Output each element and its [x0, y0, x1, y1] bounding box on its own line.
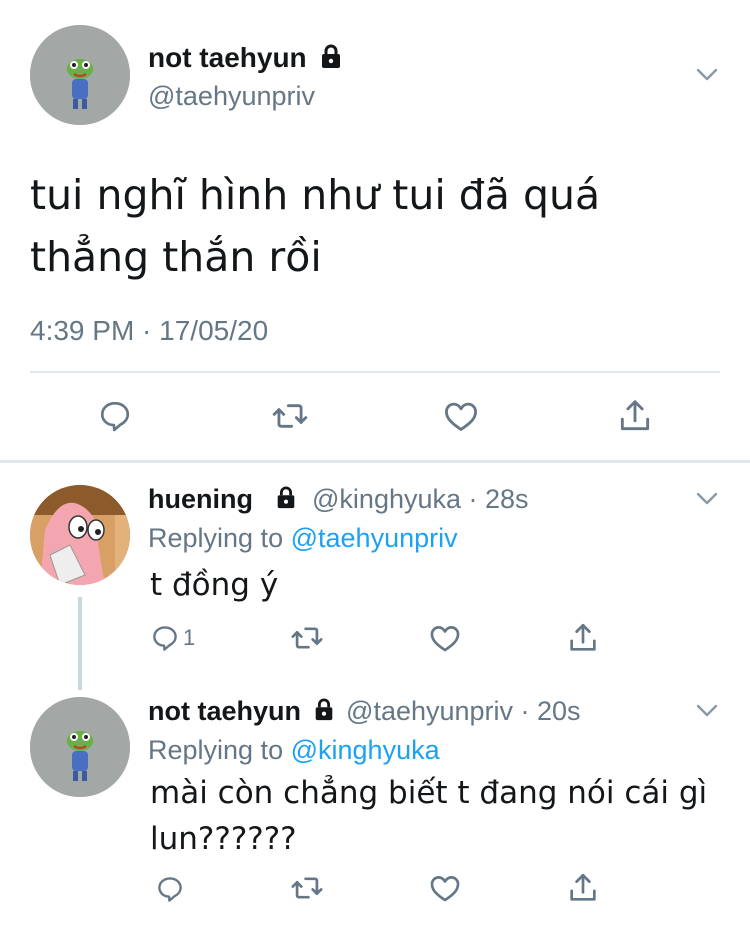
like-button[interactable] — [425, 868, 465, 908]
replying-to-prefix: Replying to — [148, 735, 284, 765]
retweet-icon — [291, 877, 323, 899]
display-name-row: not taehyun — [148, 40, 342, 76]
share-button[interactable] — [563, 618, 603, 658]
reply-icon — [153, 626, 177, 651]
avatar[interactable] — [30, 485, 130, 585]
display-name[interactable]: huening — [148, 484, 253, 514]
retweet-icon — [291, 627, 323, 649]
handle[interactable]: @taehyunpriv — [148, 79, 315, 113]
like-icon — [430, 876, 460, 902]
reply-header: not taehyun @taehyunpriv · 20s — [148, 694, 581, 728]
like-icon — [430, 626, 460, 652]
section-divider — [0, 460, 750, 463]
tweet-text: tui nghĩ hình như tui đã quá thẳng thắn … — [30, 164, 600, 288]
replying-to: Replying to @taehyunpriv — [148, 521, 458, 555]
replying-to: Replying to @kinghyuka — [148, 733, 440, 767]
avatar[interactable] — [30, 697, 130, 797]
share-icon — [620, 400, 650, 431]
retweet-button[interactable] — [270, 396, 310, 436]
retweet-button[interactable] — [287, 868, 327, 908]
like-icon — [445, 402, 477, 431]
lock-icon — [315, 698, 332, 721]
avatar[interactable] — [30, 25, 130, 125]
divider — [30, 371, 720, 373]
reply-button[interactable] — [95, 396, 135, 436]
patrick-avatar-image — [30, 485, 130, 585]
chevron-down-icon[interactable] — [694, 485, 720, 511]
tweet-text: t đồng ý — [150, 563, 278, 607]
tweet-text-line: lun?????? — [150, 821, 297, 857]
lock-icon — [277, 486, 294, 509]
frog-avatar-image — [30, 25, 130, 125]
replying-to-prefix: Replying to — [148, 523, 284, 553]
tweet-text: mài còn chẳng biết t đang nói cái gì lun… — [150, 770, 707, 862]
retweet-button[interactable] — [287, 618, 327, 658]
retweet-icon — [272, 404, 308, 428]
tweet-text-line: thẳng thắn rồi — [30, 233, 322, 281]
chevron-down-icon[interactable] — [694, 697, 720, 723]
like-button[interactable] — [425, 618, 465, 658]
reply-icon — [100, 401, 130, 432]
thread-line — [78, 597, 82, 690]
like-button[interactable] — [441, 396, 481, 436]
share-icon — [570, 623, 596, 651]
tweet-text-line: mài còn chẳng biết t đang nói cái gì — [150, 775, 708, 811]
lock-icon — [322, 44, 341, 68]
replying-to-link[interactable]: @kinghyuka — [291, 735, 440, 765]
tweet-text-line: t đồng ý — [150, 567, 279, 603]
reply-count: 1 — [183, 625, 196, 650]
share-button[interactable] — [615, 396, 655, 436]
handle-timestamp[interactable]: @kinghyuka · 28s — [312, 484, 529, 514]
share-button[interactable] — [563, 868, 603, 908]
reply-button[interactable]: 1 — [150, 620, 195, 656]
display-name[interactable]: not taehyun — [148, 696, 301, 726]
share-icon — [570, 873, 596, 901]
reply-header: huening @kinghyuka · 28s — [148, 482, 529, 516]
display-name[interactable]: not taehyun — [148, 42, 307, 73]
handle-timestamp[interactable]: @taehyunpriv · 20s — [346, 696, 581, 726]
replying-to-link[interactable]: @taehyunpriv — [291, 523, 458, 553]
reply-button[interactable] — [150, 869, 190, 909]
frog-avatar-image — [30, 697, 130, 797]
chevron-down-icon[interactable] — [694, 61, 720, 87]
tweet-timestamp[interactable]: 4:39 PM · 17/05/20 — [30, 313, 268, 349]
tweet-text-line: tui nghĩ hình như tui đã quá — [30, 171, 601, 219]
reply-icon — [158, 877, 182, 902]
